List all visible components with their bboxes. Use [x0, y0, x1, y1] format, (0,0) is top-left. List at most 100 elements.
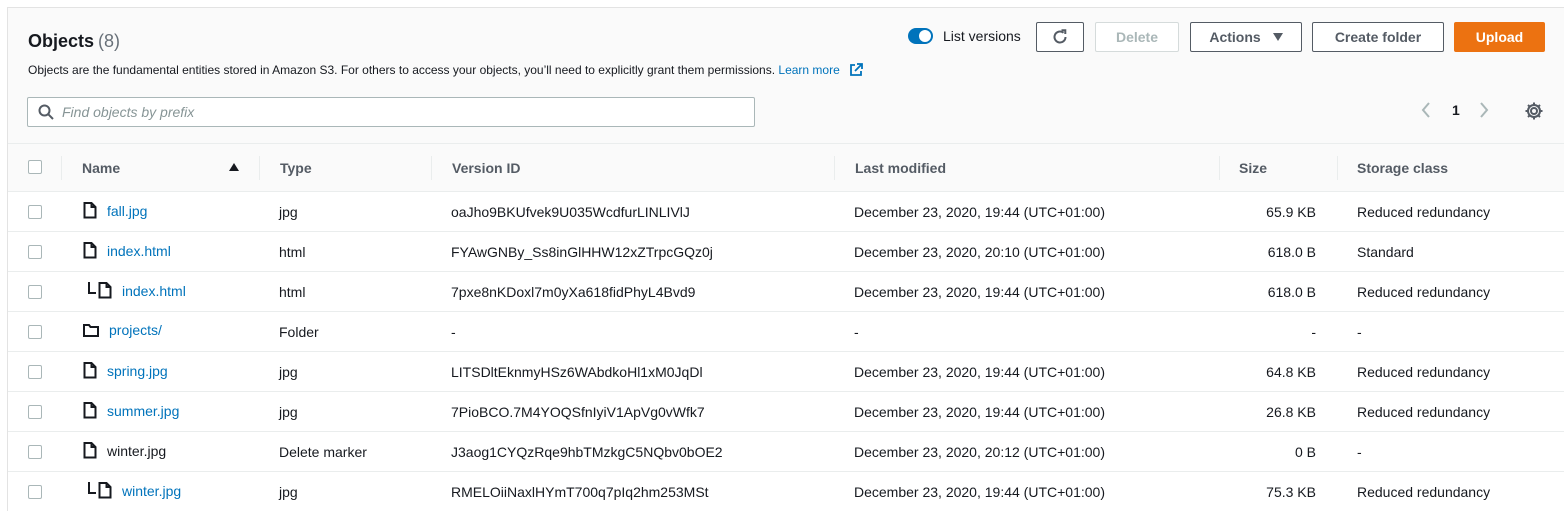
- name-cell: spring.jpg: [83, 362, 168, 379]
- name-cell: projects/: [83, 322, 162, 338]
- col-name[interactable]: Name: [82, 160, 120, 176]
- object-name[interactable]: winter.jpg: [122, 483, 181, 499]
- list-versions-label: List versions: [943, 28, 1021, 44]
- create-folder-button[interactable]: Create folder: [1312, 22, 1444, 52]
- object-name[interactable]: index.html: [107, 243, 171, 259]
- version-id-cell: 7PioBCO.7M4YOQSfnIyiV1ApVg0vWfk7: [451, 404, 705, 420]
- row-checkbox[interactable]: [28, 285, 42, 299]
- table-row[interactable]: index.html html 7pxe8nKDoxl7m0yXa618fidPhy…: [8, 272, 1564, 312]
- type-cell: jpg: [279, 484, 298, 500]
- name-cell: fall.jpg: [83, 202, 147, 219]
- table-row[interactable]: index.html html FYAwGNBy_Ss8inGlHHW12xZTrp…: [8, 232, 1564, 272]
- row-checkbox[interactable]: [28, 245, 42, 259]
- chevron-right-icon[interactable]: [1478, 102, 1490, 118]
- name-cell: winter.jpg: [88, 481, 181, 499]
- version-id-cell: oaJho9BKUfvek9U035WcdfurLINLIVlJ: [451, 204, 690, 220]
- object-name[interactable]: summer.jpg: [107, 403, 179, 419]
- version-branch-icon: [88, 281, 96, 294]
- object-name[interactable]: spring.jpg: [107, 363, 168, 379]
- page-title: Objects (8): [28, 31, 120, 52]
- table-row[interactable]: summer.jpg jpg 7PioBCO.7M4YOQSfnIyiV1ApVg0…: [8, 392, 1564, 432]
- row-checkbox[interactable]: [28, 205, 42, 219]
- type-cell: jpg: [279, 364, 298, 380]
- gear-icon[interactable]: [1524, 101, 1544, 121]
- last-modified-cell: December 23, 2020, 19:44 (UTC+01:00): [854, 404, 1105, 420]
- sort-ascending-icon[interactable]: [229, 163, 239, 171]
- table-header: Name Type Version ID Last modified Size …: [8, 144, 1564, 192]
- version-id-cell: 7pxe8nKDoxl7m0yXa618fidPhyL4Bvd9: [451, 284, 696, 300]
- type-cell: Folder: [279, 324, 319, 340]
- col-storage-class[interactable]: Storage class: [1357, 160, 1448, 176]
- row-checkbox[interactable]: [28, 365, 42, 379]
- name-cell: index.html: [83, 242, 171, 259]
- select-all-checkbox[interactable]: [28, 160, 42, 174]
- type-cell: html: [279, 244, 306, 260]
- name-cell: winter.jpg: [83, 442, 166, 459]
- description: Objects are the fundamental entities sto…: [28, 63, 864, 77]
- pagination: 1: [1420, 102, 1490, 118]
- last-modified-cell: December 23, 2020, 19:44 (UTC+01:00): [854, 364, 1105, 380]
- last-modified-cell: December 23, 2020, 20:10 (UTC+01:00): [854, 244, 1105, 260]
- storage-class-cell: Reduced redundancy: [1357, 484, 1491, 500]
- toggle-switch[interactable]: [908, 28, 933, 44]
- version-branch-icon: [88, 481, 96, 494]
- storage-class-cell: Reduced redundancy: [1357, 204, 1491, 220]
- row-checkbox[interactable]: [28, 485, 42, 499]
- last-modified-cell: December 23, 2020, 20:12 (UTC+01:00): [854, 444, 1105, 460]
- col-size[interactable]: Size: [1239, 160, 1267, 176]
- row-checkbox[interactable]: [28, 325, 42, 339]
- size-cell: 65.9 KB: [1266, 204, 1316, 220]
- file-icon: [83, 442, 97, 459]
- last-modified-cell: -: [854, 324, 859, 340]
- storage-class-cell: -: [1357, 444, 1362, 460]
- page-number[interactable]: 1: [1452, 102, 1460, 118]
- table-body: fall.jpg jpg oaJho9BKUfvek9U035WcdfurLINLI…: [8, 192, 1564, 511]
- refresh-icon: [1053, 29, 1067, 44]
- file-icon: [98, 282, 112, 299]
- table-row[interactable]: winter.jpg jpg RMELOiiNaxlHYmT700q7pIq2hm2…: [8, 472, 1564, 511]
- version-id-cell: LITSDltEknmyHSz6WAbdkoHl1xM0JqDl: [451, 364, 703, 380]
- size-cell: 26.8 KB: [1266, 404, 1316, 420]
- table-row[interactable]: fall.jpg jpg oaJho9BKUfvek9U035WcdfurLINLI…: [8, 192, 1564, 232]
- external-link-icon[interactable]: [849, 63, 864, 77]
- size-cell: 64.8 KB: [1266, 364, 1316, 380]
- chevron-left-icon[interactable]: [1420, 102, 1432, 118]
- row-checkbox[interactable]: [28, 405, 42, 419]
- size-cell: 0 B: [1294, 444, 1316, 460]
- actions-button[interactable]: Actions: [1190, 22, 1302, 52]
- refresh-button[interactable]: [1036, 22, 1084, 52]
- file-icon: [83, 362, 97, 379]
- file-icon: [98, 482, 112, 499]
- file-icon: [83, 242, 97, 259]
- search-input[interactable]: [62, 104, 712, 120]
- table-row[interactable]: projects/Folder - - - -: [8, 312, 1564, 352]
- learn-more-link[interactable]: Learn more: [778, 63, 839, 77]
- search-icon: [38, 104, 54, 120]
- row-checkbox[interactable]: [28, 445, 42, 459]
- table-row[interactable]: winter.jpg Delete marker J3aog1CYQzRqe9hbT…: [8, 432, 1564, 472]
- name-cell: index.html: [88, 281, 186, 299]
- col-last-modified[interactable]: Last modified: [855, 160, 946, 176]
- upload-button[interactable]: Upload: [1454, 22, 1545, 52]
- col-version-id[interactable]: Version ID: [452, 160, 520, 176]
- last-modified-cell: December 23, 2020, 19:44 (UTC+01:00): [854, 484, 1105, 500]
- description-text: Objects are the fundamental entities sto…: [28, 63, 776, 77]
- type-cell: jpg: [279, 404, 298, 420]
- search-box[interactable]: [27, 97, 755, 127]
- delete-button[interactable]: Delete: [1095, 22, 1179, 52]
- last-modified-cell: December 23, 2020, 19:44 (UTC+01:00): [854, 204, 1105, 220]
- name-cell: summer.jpg: [83, 402, 179, 419]
- type-cell: html: [279, 284, 306, 300]
- table-row[interactable]: spring.jpg jpg LITSDltEknmyHSz6WAbdkoHl1xM…: [8, 352, 1564, 392]
- object-name[interactable]: projects/: [109, 322, 162, 338]
- storage-class-cell: Reduced redundancy: [1357, 364, 1491, 380]
- col-type[interactable]: Type: [280, 160, 312, 176]
- size-cell: 618.0 B: [1267, 284, 1316, 300]
- object-name[interactable]: fall.jpg: [107, 203, 147, 219]
- storage-class-cell: Standard: [1357, 244, 1414, 260]
- object-name[interactable]: index.html: [122, 283, 186, 299]
- list-versions-toggle[interactable]: List versions: [908, 28, 1021, 44]
- objects-table: Name Type Version ID Last modified Size …: [8, 143, 1564, 511]
- type-cell: jpg: [279, 204, 298, 220]
- caret-down-icon: [1272, 33, 1283, 41]
